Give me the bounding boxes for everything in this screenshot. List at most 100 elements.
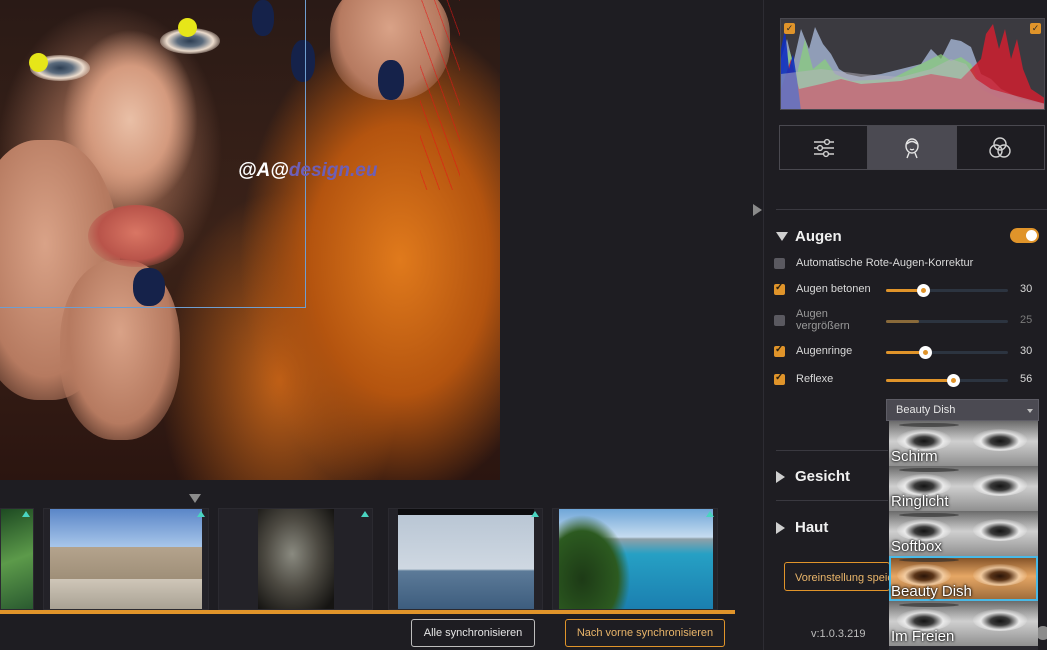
reflections-checkbox[interactable] (774, 372, 785, 385)
filmstrip-collapse-icon[interactable] (189, 494, 201, 503)
enlarge-eyes-label: Augen vergrößern (796, 308, 850, 332)
enlarge-eyes-checkbox[interactable] (774, 315, 785, 326)
accentuate-eyes-label: Augen betonen (796, 283, 871, 295)
slider-thumb[interactable] (947, 374, 961, 387)
histogram-highlight-clip-toggle[interactable]: ✓ (1030, 23, 1041, 34)
chevron-down-icon (776, 232, 788, 241)
adjustments-panel: ✓ ✓ Augen Automatische Rote-Augen-Korrek… (764, 0, 1047, 650)
eye-shape (973, 474, 1027, 496)
preset-option-label: Ringlicht (891, 493, 949, 510)
thumbnail-forest[interactable] (0, 508, 34, 610)
eye-shape (973, 429, 1027, 451)
eye-marker-left[interactable] (29, 53, 48, 72)
dark-circles-slider[interactable] (886, 346, 1008, 359)
option-enlarge-eyes: Augen vergrößern 25 (774, 308, 1047, 332)
photo-preview[interactable]: @A@design.eu (0, 0, 500, 480)
nail-4 (378, 60, 404, 100)
preset-option-beauty-dish[interactable]: Beauty Dish (889, 556, 1038, 601)
face-detection-box[interactable] (0, 0, 306, 308)
slider-fill (886, 379, 954, 382)
slider-thumb[interactable] (919, 346, 933, 359)
dark-circles-value: 30 (1020, 345, 1033, 357)
version-label: v:1.0.3.219 (811, 628, 866, 640)
watermark: @A@design.eu (238, 160, 378, 181)
chevron-down-icon (1027, 409, 1033, 413)
preset-select-value: Beauty Dish (896, 404, 956, 416)
eye-shape (973, 564, 1027, 586)
brow-shape (899, 603, 959, 607)
eye-shape (973, 519, 1027, 541)
face-icon (905, 137, 919, 158)
histogram-graph (781, 24, 1044, 109)
preset-option-label: Schirm (891, 448, 938, 465)
thumb-flag-icon (197, 511, 205, 517)
filmstrip (0, 490, 735, 615)
filmstrip-progress-bar (0, 610, 735, 614)
save-preset-button[interactable]: Voreinstellung speichern (784, 562, 890, 591)
reflections-slider[interactable] (886, 374, 1008, 387)
preset-option-label: Beauty Dish (891, 583, 972, 600)
thumb-image (559, 509, 713, 609)
tab-adjustments[interactable] (780, 126, 869, 169)
thumb-flag-icon (531, 511, 539, 517)
histogram: ✓ ✓ (780, 18, 1045, 110)
panel-collapse-icon[interactable] (753, 204, 762, 216)
divider (776, 500, 888, 501)
histogram-shadow-clip-toggle[interactable]: ✓ (784, 23, 795, 34)
section-skin-title: Haut (795, 519, 829, 536)
brow-shape (899, 468, 959, 472)
section-skin-header[interactable]: Haut (776, 519, 828, 536)
section-eyes-header[interactable]: Augen (776, 228, 842, 245)
enlarge-eyes-slider[interactable] (886, 320, 1008, 323)
clipping-overlay (420, 0, 460, 190)
chevron-right-icon (776, 521, 785, 534)
preset-option-label: Im Freien (891, 628, 955, 645)
section-face-header[interactable]: Gesicht (776, 468, 850, 485)
thumb-image (258, 509, 334, 609)
thumb-image (50, 509, 202, 609)
accentuate-eyes-slider[interactable] (886, 284, 1008, 297)
accentuate-eyes-checkbox[interactable] (774, 282, 785, 295)
thumb-flag-icon (22, 511, 30, 517)
thumb-flag-icon (361, 511, 369, 517)
thumb-image (1, 509, 33, 609)
tab-color[interactable] (957, 126, 1044, 169)
filmstrip-progress-fill (0, 610, 735, 614)
reflections-label: Reflexe (796, 373, 834, 385)
thumbnail-coast[interactable] (552, 508, 718, 610)
slider-fill (886, 320, 919, 323)
sync-forward-button[interactable]: Nach vorne synchronisieren (565, 619, 725, 647)
preset-dropdown-list: Schirm Ringlicht Softbox Beauty Dish Im … (889, 421, 1038, 650)
brow-shape (899, 423, 959, 427)
preset-option-softbox[interactable]: Softbox (889, 511, 1038, 556)
enlarge-eyes-value: 25 (1020, 314, 1033, 326)
thumb-flag-icon (706, 511, 714, 517)
thumbnail-texture[interactable] (218, 508, 373, 610)
preset-option-outdoor[interactable]: Im Freien (889, 601, 1038, 646)
dark-circles-label: Augenringe (796, 345, 853, 357)
preset-option-label: Softbox (891, 538, 942, 555)
thumbnail-sailboat[interactable] (388, 508, 543, 610)
toggle-knob (1026, 230, 1037, 241)
color-circles-icon (989, 136, 1012, 158)
eye-shape (973, 609, 1027, 631)
thumb-image (398, 509, 534, 609)
eyes-enable-toggle[interactable] (1010, 228, 1039, 243)
section-eyes-title: Augen (795, 228, 842, 245)
divider (776, 450, 888, 451)
eye-marker-right[interactable] (178, 18, 197, 37)
thumbnail-palace[interactable] (43, 508, 209, 610)
chevron-right-icon (776, 470, 785, 483)
preset-option-umbrella[interactable]: Schirm (889, 421, 1038, 466)
sync-all-button[interactable]: Alle synchronisieren (411, 619, 535, 647)
dark-circles-checkbox[interactable] (774, 344, 785, 357)
reflection-preset-select[interactable]: Beauty Dish (886, 399, 1039, 421)
preset-option-ring-light[interactable]: Ringlicht (889, 466, 1038, 511)
brow-shape (899, 558, 959, 562)
accentuate-eyes-value: 30 (1020, 283, 1033, 295)
sliders-icon (813, 138, 834, 157)
red-eye-checkbox[interactable] (774, 258, 785, 269)
tab-portrait[interactable] (868, 126, 957, 169)
option-reflections: Reflexe 56 (774, 369, 1047, 391)
slider-thumb[interactable] (916, 284, 930, 297)
